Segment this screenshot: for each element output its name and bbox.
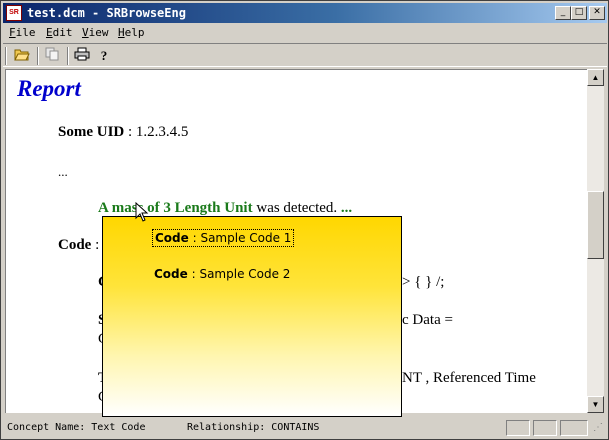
menu-view[interactable]: View <box>82 26 109 39</box>
partial-line-s-tail: c Data = <box>402 312 453 328</box>
menu-help-rest: elp <box>124 26 145 39</box>
popup-item-value: : Sample Code 2 <box>187 267 291 281</box>
uid-value: : 1.2.3.4.5 <box>124 124 189 140</box>
menu-file-accel: F <box>9 26 16 39</box>
help-icon[interactable]: ? <box>95 47 113 65</box>
report-title: Report <box>17 76 81 101</box>
menu-edit-rest: dit <box>52 26 73 39</box>
menu-help[interactable]: Help <box>118 26 145 39</box>
minimize-button[interactable]: _ <box>555 6 571 20</box>
toolbar-separator <box>67 47 69 65</box>
partial-line-t-tail: NT , Referenced Time <box>402 370 536 386</box>
menu-file[interactable]: File <box>9 26 36 39</box>
open-folder-icon[interactable] <box>13 47 31 65</box>
status-relationship: Relationship: CONTAINS <box>187 422 320 433</box>
menu-edit-accel: E <box>46 26 53 39</box>
status-pane-2 <box>533 420 557 436</box>
menu-help-accel: H <box>118 26 125 39</box>
print-icon[interactable] <box>73 47 91 65</box>
ellipsis-line: ... <box>58 164 68 179</box>
uid-line: Some UID : 1.2.3.4.5 <box>58 124 188 141</box>
app-window: SR test.dcm - SRBrowseEng _ □ ✕ File Edi… <box>0 0 609 440</box>
menu-view-rest: iew <box>88 26 109 39</box>
copy-icon[interactable] <box>43 47 61 65</box>
popup-item-label: Code <box>155 231 189 245</box>
toolbar-grip <box>5 47 7 65</box>
detection-highlight[interactable]: A mass of 3 Length Unit <box>98 200 253 216</box>
title-bar[interactable]: SR test.dcm - SRBrowseEng _ □ ✕ <box>3 3 607 23</box>
app-icon[interactable]: SR <box>6 5 22 21</box>
code-sep: : <box>91 237 100 253</box>
menu-bar: File Edit View Help <box>3 24 607 42</box>
status-concept-name: Concept Name: Text Code <box>7 422 146 433</box>
menu-file-rest: ile <box>15 26 36 39</box>
toolbar: ? <box>3 43 607 67</box>
scroll-up-button[interactable]: ▲ <box>587 69 604 86</box>
resize-grip-icon[interactable]: ⋰ <box>593 422 605 434</box>
status-pane-3 <box>560 420 588 436</box>
detection-more-link[interactable]: ... <box>341 200 352 216</box>
vertical-scrollbar[interactable]: ▲ ▼ <box>587 69 604 413</box>
mouse-cursor-icon <box>135 202 149 222</box>
status-bar: Concept Name: Text Code Relationship: CO… <box>3 418 607 438</box>
code-popup: Code : Sample Code 1 Code : Sample Code … <box>102 216 402 417</box>
code-line: Code : <box>58 237 99 254</box>
scroll-down-button[interactable]: ▼ <box>587 396 604 413</box>
menu-edit[interactable]: Edit <box>46 26 73 39</box>
popup-item-code-2[interactable]: Code : Sample Code 2 <box>152 266 292 282</box>
popup-item-code-1[interactable]: Code : Sample Code 1 <box>152 229 295 247</box>
detection-rest: was detected. <box>252 200 338 216</box>
menu-view-accel: V <box>82 26 89 39</box>
uid-label: Some UID <box>58 124 125 140</box>
code-label: Code <box>58 237 92 253</box>
popup-item-label: Code <box>154 267 188 281</box>
partial-line-c1-tail: > { } /; <box>402 274 445 290</box>
scroll-thumb[interactable] <box>587 191 604 259</box>
popup-item-value: : Sample Code 1 <box>188 231 292 245</box>
maximize-button[interactable]: □ <box>571 6 587 20</box>
toolbar-separator <box>37 47 39 65</box>
window-title: test.dcm - SRBrowseEng <box>27 6 186 20</box>
status-pane-1 <box>506 420 530 436</box>
close-button[interactable]: ✕ <box>589 6 605 20</box>
